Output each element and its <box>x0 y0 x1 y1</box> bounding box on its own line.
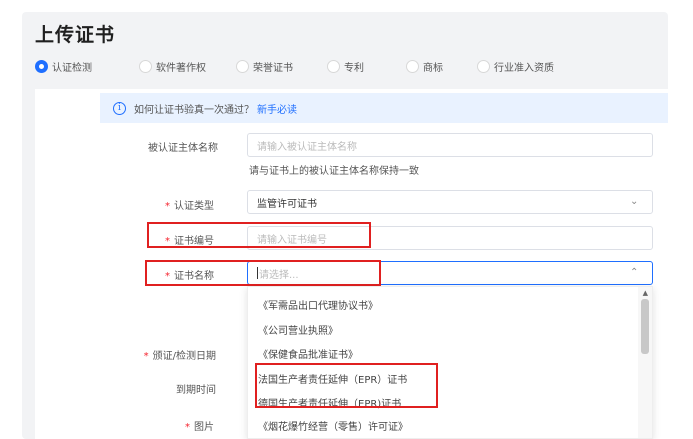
page: 上传证书 认证检测 软件著作权 荣誉证书 专利 商标 行业准入资质 i 如何让证… <box>0 0 693 439</box>
tab-certification[interactable]: 认证检测 <box>35 59 92 74</box>
issue-date-label-text: 颁证/检测日期 <box>152 351 216 362</box>
tab-label: 行业准入资质 <box>494 62 554 74</box>
radio-icon <box>406 59 419 73</box>
required-mark: * <box>185 422 190 433</box>
required-mark: * <box>143 351 149 362</box>
radio-icon <box>139 59 152 73</box>
cert-type-value: 监管许可证书 <box>257 198 317 210</box>
issue-date-label: * 颁证/检测日期 <box>86 347 216 362</box>
expire-date-label-text: 到期时间 <box>176 385 216 396</box>
radio-icon <box>477 59 490 73</box>
subject-name-label-text: 被认证主体名称 <box>148 143 218 154</box>
dropdown-option[interactable]: 《军需品出口代理协议书》 <box>258 297 378 312</box>
highlight-box-cert-name <box>145 260 381 286</box>
cert-type-select[interactable]: 监管许可证书 ⌄ <box>247 190 653 214</box>
radio-icon <box>236 59 249 73</box>
tab-label: 认证检测 <box>52 62 92 74</box>
expire-date-label: 到期时间 <box>86 381 216 396</box>
radio-icon <box>327 59 340 73</box>
dropdown-option[interactable]: 《烟花爆竹经营（零售）许可证》 <box>258 418 408 433</box>
tab-trademark[interactable]: 商标 <box>406 59 443 74</box>
image-label-text: 图片 <box>194 422 214 433</box>
tab-industry-qualification[interactable]: 行业准入资质 <box>477 59 554 74</box>
required-mark: * <box>165 201 170 212</box>
chevron-up-icon: ⌃ <box>630 267 639 278</box>
notice-banner: i 如何让证书验真一次通过？ 新手必读 <box>100 93 668 123</box>
dropdown-scrollbar[interactable]: ▲ <box>638 287 652 438</box>
tab-label: 商标 <box>423 62 443 74</box>
certificate-type-tabs: 认证检测 软件著作权 荣誉证书 专利 商标 行业准入资质 <box>35 57 554 75</box>
chevron-down-icon: ⌄ <box>630 196 639 207</box>
notice-text: 如何让证书验真一次通过？ <box>134 104 254 116</box>
highlight-box-cert-number <box>147 222 371 248</box>
tab-patent[interactable]: 专利 <box>327 59 364 74</box>
cert-type-label: * 认证类型 <box>84 197 214 212</box>
dropdown-option[interactable]: 《保健食品批准证书》 <box>258 346 358 361</box>
tab-honor-certificate[interactable]: 荣誉证书 <box>236 59 293 74</box>
subject-name-placeholder: 请输入被认证主体名称 <box>257 141 357 153</box>
subject-name-input[interactable]: 请输入被认证主体名称 <box>247 133 653 157</box>
cert-type-label-text: 认证类型 <box>174 201 214 212</box>
tab-label: 专利 <box>344 62 364 74</box>
highlight-box-epr-options <box>255 363 438 408</box>
radio-checked-icon <box>35 59 48 73</box>
tab-label: 荣誉证书 <box>253 62 293 74</box>
tab-label: 软件著作权 <box>156 62 206 74</box>
subject-name-hint: 请与证书上的被认证主体名称保持一致 <box>249 166 419 177</box>
tab-software-copyright[interactable]: 软件著作权 <box>139 59 206 74</box>
scrollbar-thumb[interactable] <box>641 299 649 354</box>
page-title: 上传证书 <box>35 24 116 46</box>
scroll-up-arrow-icon[interactable]: ▲ <box>643 289 648 297</box>
info-icon: i <box>113 101 126 115</box>
image-label: * 图片 <box>84 418 214 433</box>
dropdown-option[interactable]: 《公司营业执照》 <box>258 322 338 337</box>
beginner-guide-link[interactable]: 新手必读 <box>257 101 297 116</box>
subject-name-label: 被认证主体名称 <box>88 139 218 154</box>
